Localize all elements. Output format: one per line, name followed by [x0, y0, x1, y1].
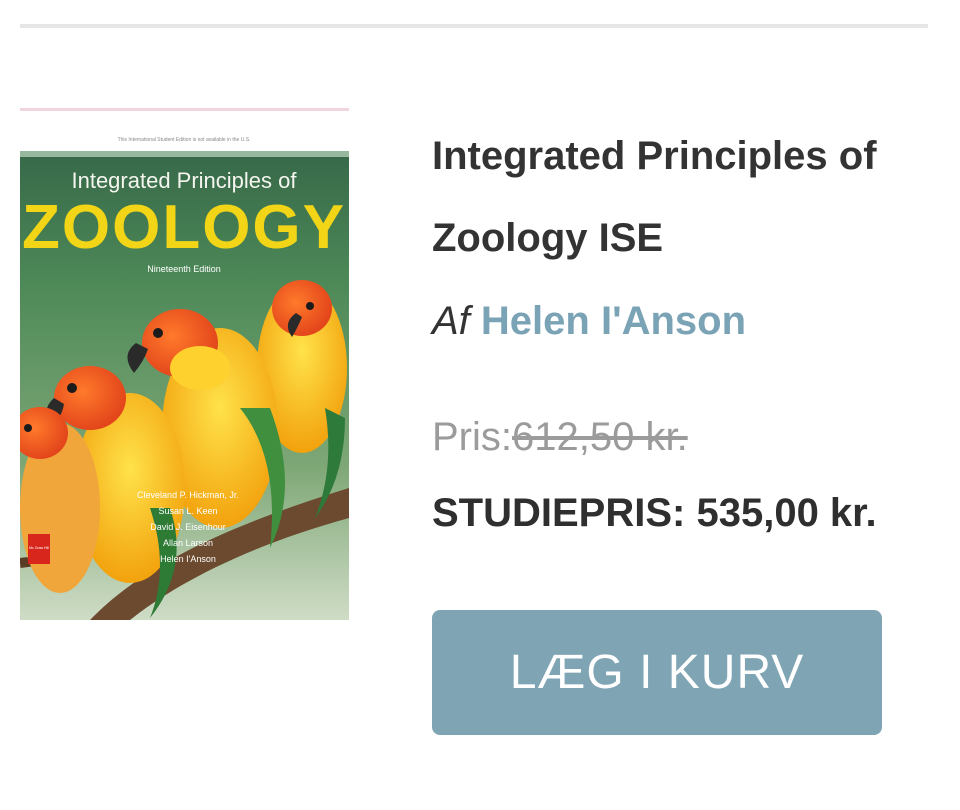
book-cover-image[interactable]: This International Student Edition is no…: [20, 108, 349, 620]
book-cover-art: This International Student Edition is no…: [20, 108, 349, 620]
add-to-cart-button[interactable]: LÆG I KURV: [432, 610, 882, 735]
cover-author: Helen I'Anson: [160, 554, 216, 564]
student-price: STUDIEPRIS: 535,00 kr.: [432, 491, 877, 535]
publisher-logo: Mc Graw Hill: [28, 534, 50, 564]
cover-author: Cleveland P. Hickman, Jr.: [137, 490, 239, 500]
author-line: Af Helen I'Anson: [432, 296, 746, 346]
product-title: Integrated Principles of Zoology ISE: [432, 134, 877, 260]
cover-author: Susan L. Keen: [158, 506, 217, 516]
publisher-name: Mc Graw Hill: [29, 546, 49, 550]
cover-author: David J. Eisenhour: [150, 522, 226, 532]
cover-series-line: This International Student Edition is no…: [118, 137, 251, 143]
author-prefix: Af: [432, 299, 470, 343]
price-label: Pris:: [432, 415, 512, 459]
author-link[interactable]: Helen I'Anson: [481, 299, 746, 343]
cover-edition: Nineteenth Edition: [147, 264, 221, 274]
price-old: 612,50 kr.: [512, 415, 688, 459]
cover-title: ZOOLOGY: [22, 193, 346, 262]
cover-author: Allan Larson: [163, 538, 213, 548]
cover-subtitle: Integrated Principles of: [71, 168, 297, 193]
product-card: This International Student Edition is no…: [20, 108, 928, 748]
top-divider: [20, 24, 928, 28]
regular-price: Pris:612,50 kr.: [432, 412, 688, 462]
